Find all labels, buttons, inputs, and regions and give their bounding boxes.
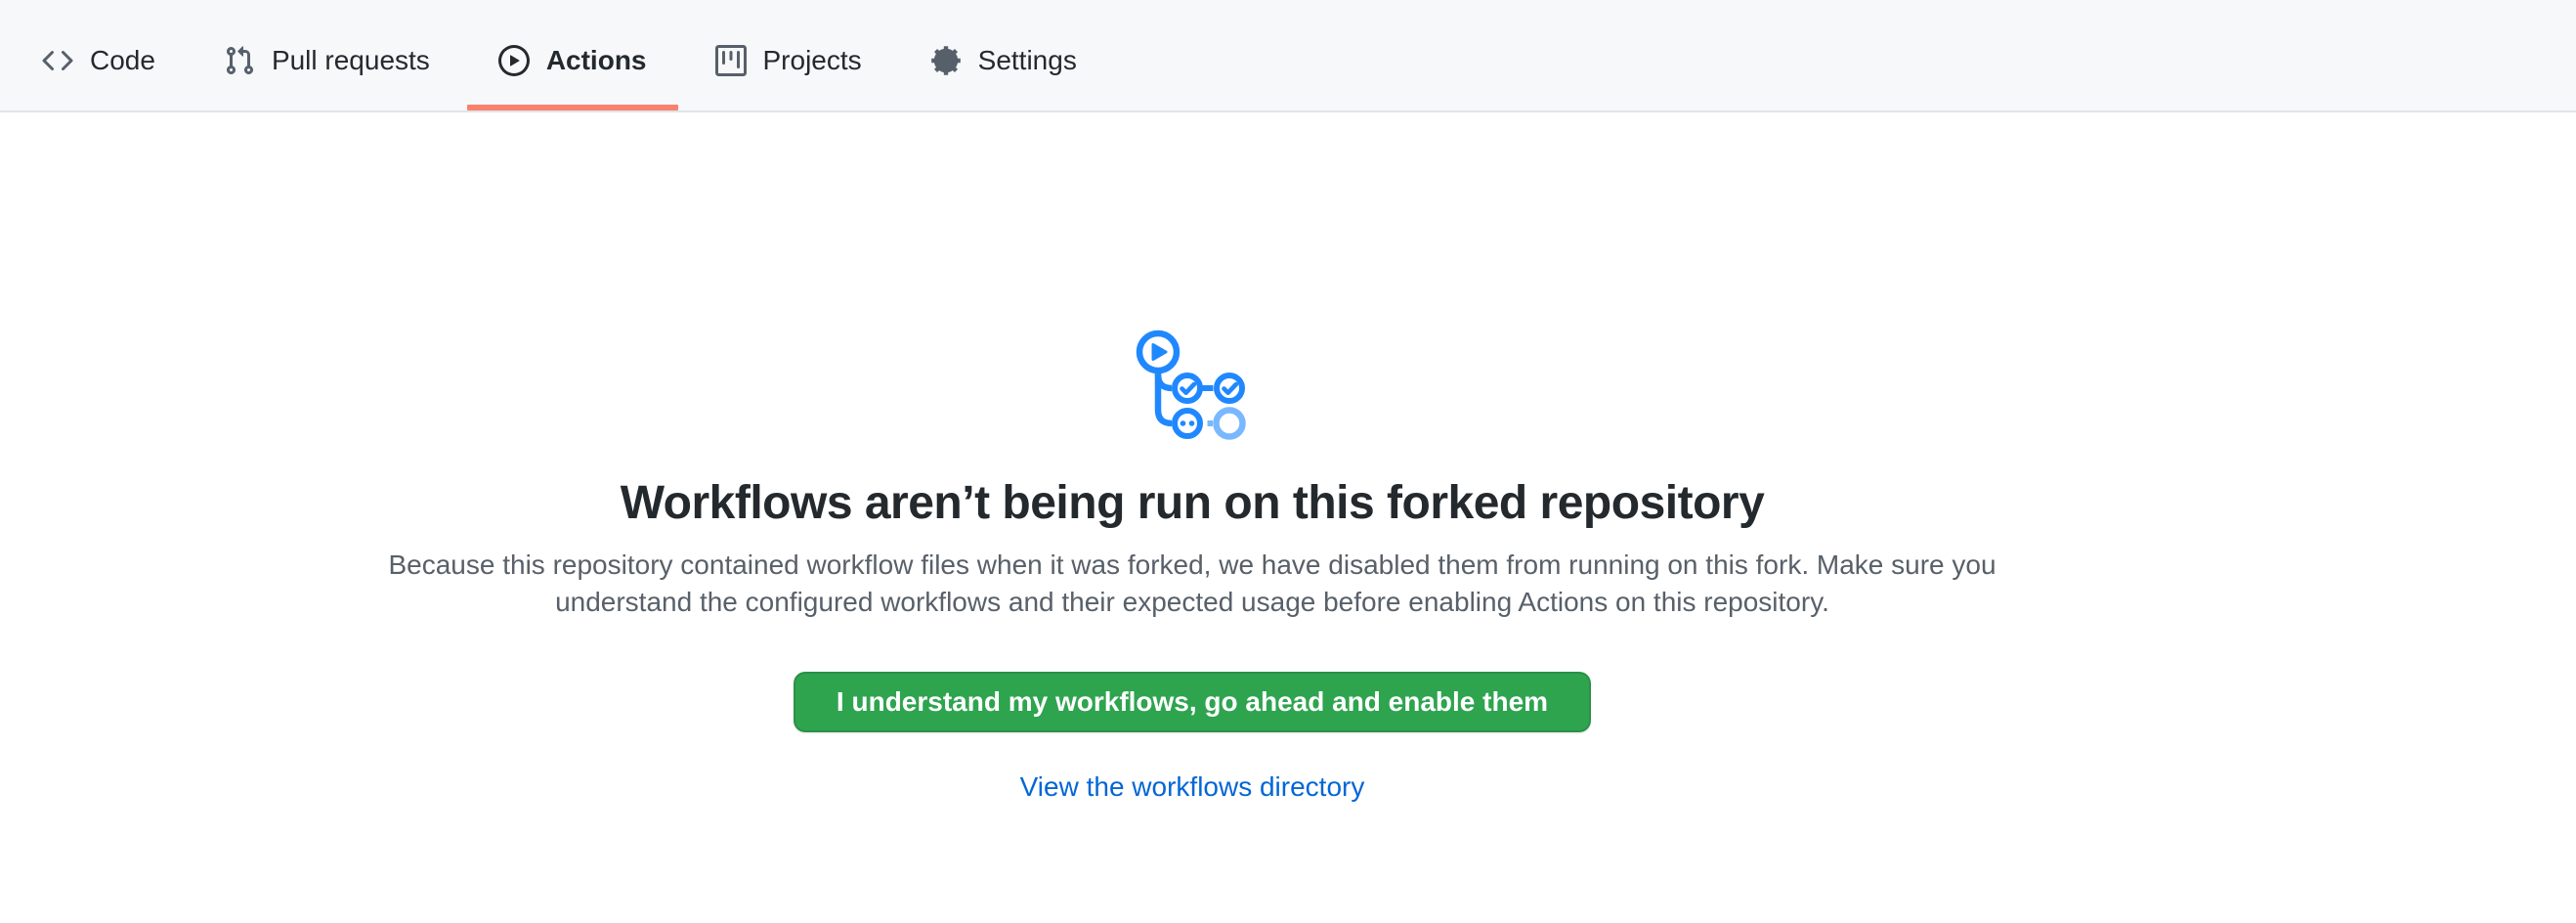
tab-actions[interactable]: Actions — [467, 0, 678, 110]
git-pull-request-icon — [224, 45, 255, 76]
project-icon — [715, 45, 747, 76]
tab-projects[interactable]: Projects — [684, 0, 893, 110]
code-icon — [42, 45, 73, 76]
tab-code[interactable]: Code — [11, 0, 187, 110]
enable-workflows-button[interactable]: I understand my workflows, go ahead and … — [794, 672, 1591, 732]
actions-disabled-blankslate: Workflows aren’t being run on this forke… — [0, 112, 2384, 803]
tab-settings-label: Settings — [978, 47, 1077, 74]
blankslate-title: Workflows aren’t being run on this forke… — [621, 476, 1765, 530]
active-tab-underline — [467, 105, 678, 110]
tab-pull-requests-label: Pull requests — [272, 47, 430, 74]
tab-code-label: Code — [90, 47, 155, 74]
gear-icon — [930, 45, 962, 76]
repo-tab-bar: Code Pull requests Actions Projects — [0, 0, 2576, 112]
play-circle-icon — [498, 45, 530, 76]
blankslate-description: Because this repository contained workfl… — [362, 547, 2023, 621]
view-workflows-directory-link[interactable]: View the workflows directory — [1020, 771, 1365, 803]
tab-settings[interactable]: Settings — [899, 0, 1108, 110]
tab-pull-requests[interactable]: Pull requests — [193, 0, 461, 110]
workflow-graph-icon — [1131, 326, 1254, 449]
tab-projects-label: Projects — [763, 47, 862, 74]
tab-actions-label: Actions — [546, 47, 647, 74]
